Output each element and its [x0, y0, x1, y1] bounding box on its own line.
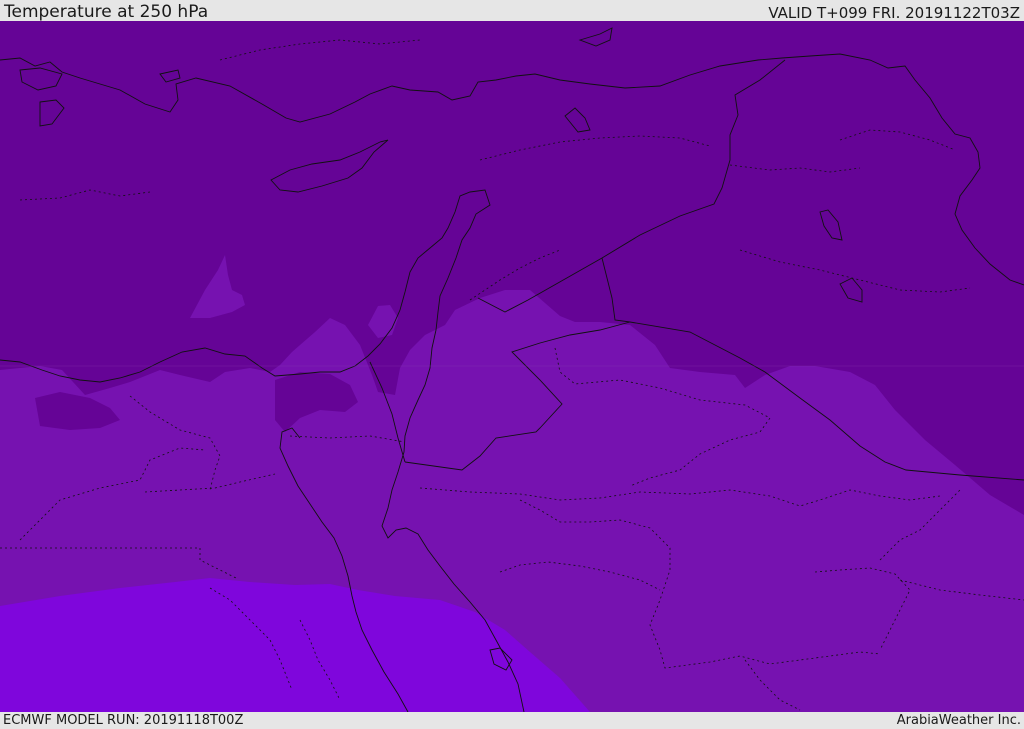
footer-bar: ECMWF MODEL RUN: 20191118T00Z ArabiaWeat… [0, 712, 1024, 729]
header-bar: Temperature at 250 hPa VALID T+099 FRI. … [0, 0, 1024, 21]
model-run-label: ECMWF MODEL RUN: 20191118T00Z [3, 713, 244, 728]
temperature-map [0, 21, 1024, 712]
credit-label: ArabiaWeather Inc. [896, 713, 1021, 728]
valid-time-label: VALID T+099 FRI. 20191122T03Z [768, 4, 1020, 22]
map-title: Temperature at 250 hPa [4, 2, 209, 22]
